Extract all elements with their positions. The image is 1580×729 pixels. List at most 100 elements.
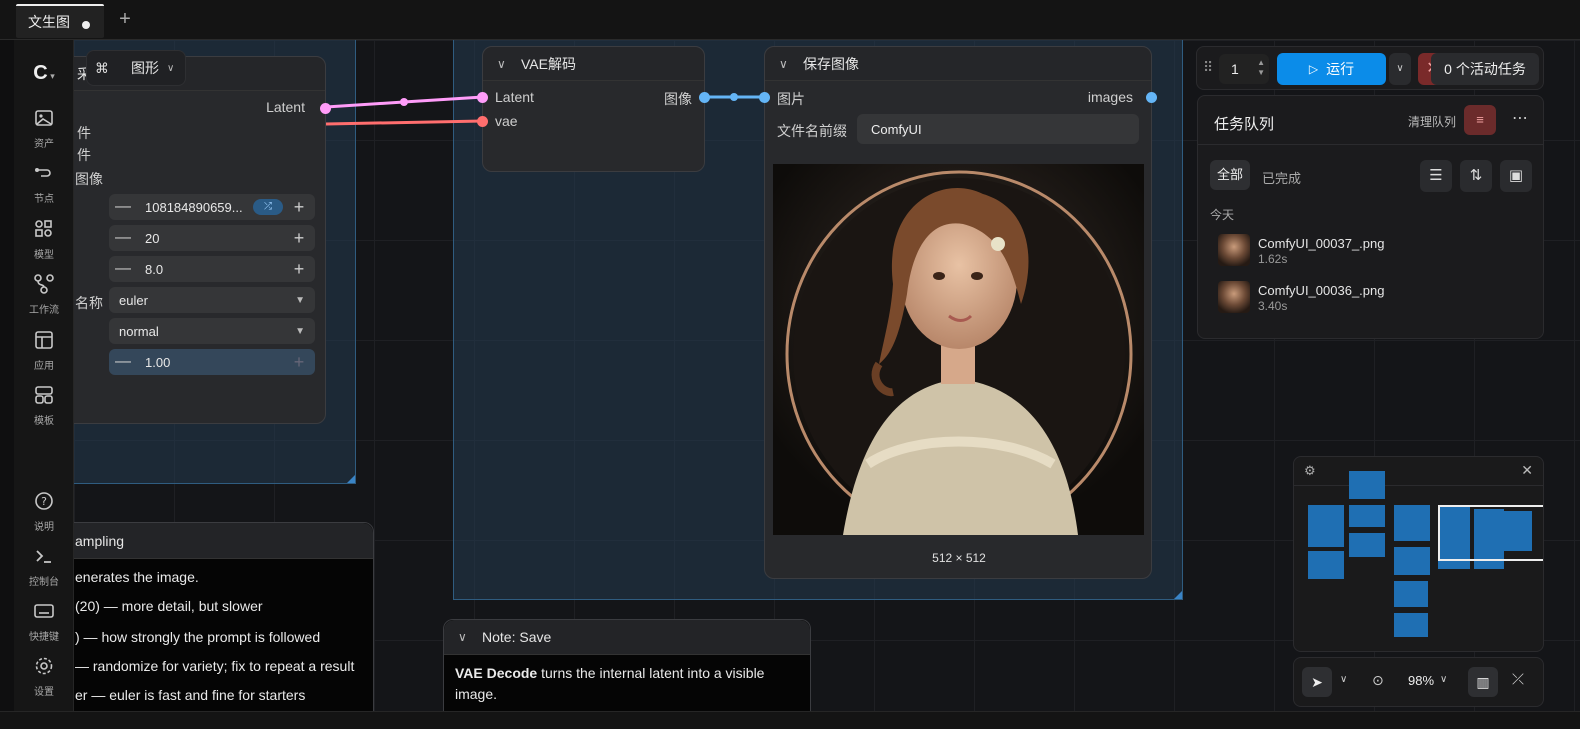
randomize-icon[interactable]: ⤮: [253, 199, 283, 215]
denoise-widget[interactable]: — 1.00 +: [109, 349, 315, 375]
keyboard-icon: [34, 604, 54, 618]
generated-image-preview[interactable]: [773, 164, 1144, 535]
fit-view-icon[interactable]: ⊙: [1372, 672, 1384, 689]
sampler-select[interactable]: euler ▼: [109, 287, 315, 313]
minimap[interactable]: ⚙ ✕: [1293, 456, 1544, 652]
ksampler-node[interactable]: 采 Latent 件 件 图像 名称 — 108184890659... ⤮ +…: [74, 56, 331, 424]
map-icon: ▥: [1476, 674, 1490, 690]
sort-icon: ⇅: [1469, 167, 1483, 184]
queue-item[interactable]: ComfyUI_00037_.png 1.62s: [1198, 234, 1543, 270]
new-tab-button[interactable]: +: [114, 8, 136, 30]
sampler-value: euler: [119, 292, 148, 308]
note-line: er — euler is fast and fine for starters: [75, 687, 306, 703]
sidebar-label: 工作流: [29, 305, 59, 316]
seed-widget[interactable]: — 108184890659... ⤮ +: [109, 194, 315, 220]
queue-item-name: ComfyUI_00036_.png: [1258, 283, 1385, 298]
drag-handle-icon[interactable]: ⠿: [1203, 59, 1213, 76]
save-image-node[interactable]: ∨ 保存图像 图片 images 文件名前缀 ComfyUI 512 × 512: [759, 46, 1157, 579]
note-save-line: VAE Decode turns the internal latent int…: [455, 665, 764, 681]
ksampler-latent-port[interactable]: [320, 103, 331, 114]
run-options-button[interactable]: ∨: [1389, 53, 1411, 85]
collapse-chevron-icon[interactable]: ∨: [458, 630, 474, 644]
select-tool-button[interactable]: ➤: [1302, 667, 1332, 697]
save-image-input-port[interactable]: [759, 92, 770, 103]
collapse-chevron-icon[interactable]: ∨: [497, 57, 513, 71]
vae-title: VAE解码: [521, 55, 576, 72]
sidebar-item-nodes[interactable]: 节点: [14, 162, 74, 205]
queue-item-name: ComfyUI_00037_.png: [1258, 236, 1385, 251]
image-size-label: 512 × 512: [932, 551, 986, 565]
group-resize-handle[interactable]: [347, 475, 355, 483]
sort-button[interactable]: ⇅: [1460, 160, 1492, 192]
clear-queue-button[interactable]: 清理队列: [1408, 113, 1456, 130]
note-sampling[interactable]: ampling enerates the image. (20) — more …: [74, 522, 374, 711]
save-title-bar[interactable]: ∨ 保存图像: [765, 47, 1151, 81]
sidebar-item-assets[interactable]: 资产: [14, 107, 74, 150]
collapse-chevron-icon[interactable]: ∨: [779, 57, 795, 71]
minimap-viewport[interactable]: [1438, 505, 1543, 561]
vae-decode-node[interactable]: ∨ VAE解码 Latent vae 图像: [477, 46, 710, 172]
stepper-icon[interactable]: ▲ ▼: [1257, 58, 1265, 78]
vae-title-bar[interactable]: ∨ VAE解码: [483, 47, 704, 81]
active-tasks-button[interactable]: 0 个活动任务: [1431, 53, 1539, 85]
more-icon[interactable]: ⋯: [1512, 108, 1528, 128]
app-icon: [35, 331, 53, 349]
sidebar-item-help[interactable]: ? 说明: [14, 490, 74, 533]
zoom-level[interactable]: 98%: [1408, 673, 1434, 688]
graph-mode-label: 图形: [131, 60, 159, 76]
minimap-toggle-button[interactable]: ▥: [1468, 667, 1498, 697]
group-resize-handle[interactable]: [1174, 591, 1182, 599]
ksampler-label-4: 名称: [75, 295, 103, 311]
filter-button[interactable]: ☰: [1420, 160, 1452, 192]
queue-item[interactable]: ComfyUI_00036_.png 3.40s: [1198, 281, 1543, 317]
filter-all-tab[interactable]: 全部: [1210, 160, 1250, 190]
sidebar-label: 说明: [34, 522, 54, 533]
sidebar-item-apps[interactable]: 应用: [14, 329, 74, 372]
note-save-title-bar[interactable]: ∨ Note: Save: [444, 620, 810, 655]
sidebar-item-shortcuts[interactable]: 快捷键: [14, 600, 74, 643]
scheduler-select[interactable]: normal ▼: [109, 318, 315, 344]
vae-image-output-port[interactable]: [699, 92, 710, 103]
vae-vae-input-port[interactable]: [477, 116, 488, 127]
sidebar-item-settings[interactable]: 设置: [14, 655, 74, 698]
sidebar-item-workflow[interactable]: 工作流: [14, 273, 74, 316]
workflow-icon: [34, 274, 54, 294]
cfg-widget[interactable]: — 8.0 +: [109, 256, 315, 282]
batch-count-input[interactable]: 1 ▲ ▼: [1219, 54, 1269, 84]
increment-icon[interactable]: +: [289, 197, 309, 218]
note-sampling-title: ampling: [75, 532, 125, 549]
sidebar-item-templates[interactable]: 模板: [14, 384, 74, 427]
graph-mode-toggle[interactable]: ⌘ 图形 ∨: [86, 50, 186, 86]
vae-latent-input-port[interactable]: [477, 92, 488, 103]
decrement-icon[interactable]: —: [109, 229, 137, 247]
decrement-icon[interactable]: —: [109, 353, 137, 371]
decrement-icon[interactable]: —: [109, 260, 137, 278]
gallery-button[interactable]: ▣: [1500, 160, 1532, 192]
increment-icon[interactable]: +: [289, 259, 309, 280]
chevron-down-icon[interactable]: ∨: [1340, 674, 1347, 685]
decrement-icon[interactable]: —: [109, 198, 137, 216]
left-sidebar: C ▾ 资产 节点 模型 工作流 应用 模板 ? 说明 控制台 快捷键 设置: [14, 40, 74, 711]
save-images-output-port[interactable]: [1146, 92, 1157, 103]
steps-widget[interactable]: — 20 +: [109, 225, 315, 251]
filter-done-tab[interactable]: 已完成: [1262, 168, 1301, 187]
increment-icon[interactable]: +: [289, 352, 309, 373]
note-line: (20) — more detail, but slower: [75, 598, 263, 614]
sidebar-item-models[interactable]: 模型: [14, 218, 74, 261]
clear-queue-icon[interactable]: ≡: [1464, 105, 1496, 135]
note-sampling-title-bar[interactable]: ampling: [74, 523, 373, 559]
run-button[interactable]: ▷ 运行: [1277, 53, 1386, 85]
tab-workflow[interactable]: 文生图: [16, 4, 104, 38]
comfy-logo[interactable]: C ▾: [14, 62, 74, 85]
increment-icon[interactable]: +: [289, 228, 309, 249]
note-save[interactable]: ∨ Note: Save VAE Decode turns the intern…: [443, 619, 811, 711]
hide-links-icon[interactable]: ⤫: [1512, 671, 1524, 688]
bottom-status-strip: [0, 711, 1580, 729]
minimap-settings-icon[interactable]: ⚙: [1304, 463, 1316, 479]
sidebar-item-console[interactable]: 控制台: [14, 545, 74, 588]
filename-prefix-input[interactable]: ComfyUI: [857, 114, 1139, 144]
minimap-node: [1349, 471, 1385, 499]
close-icon[interactable]: ✕: [1521, 462, 1533, 479]
chevron-down-icon[interactable]: ∨: [1440, 674, 1447, 685]
pointer-icon: ➤: [1311, 674, 1323, 690]
